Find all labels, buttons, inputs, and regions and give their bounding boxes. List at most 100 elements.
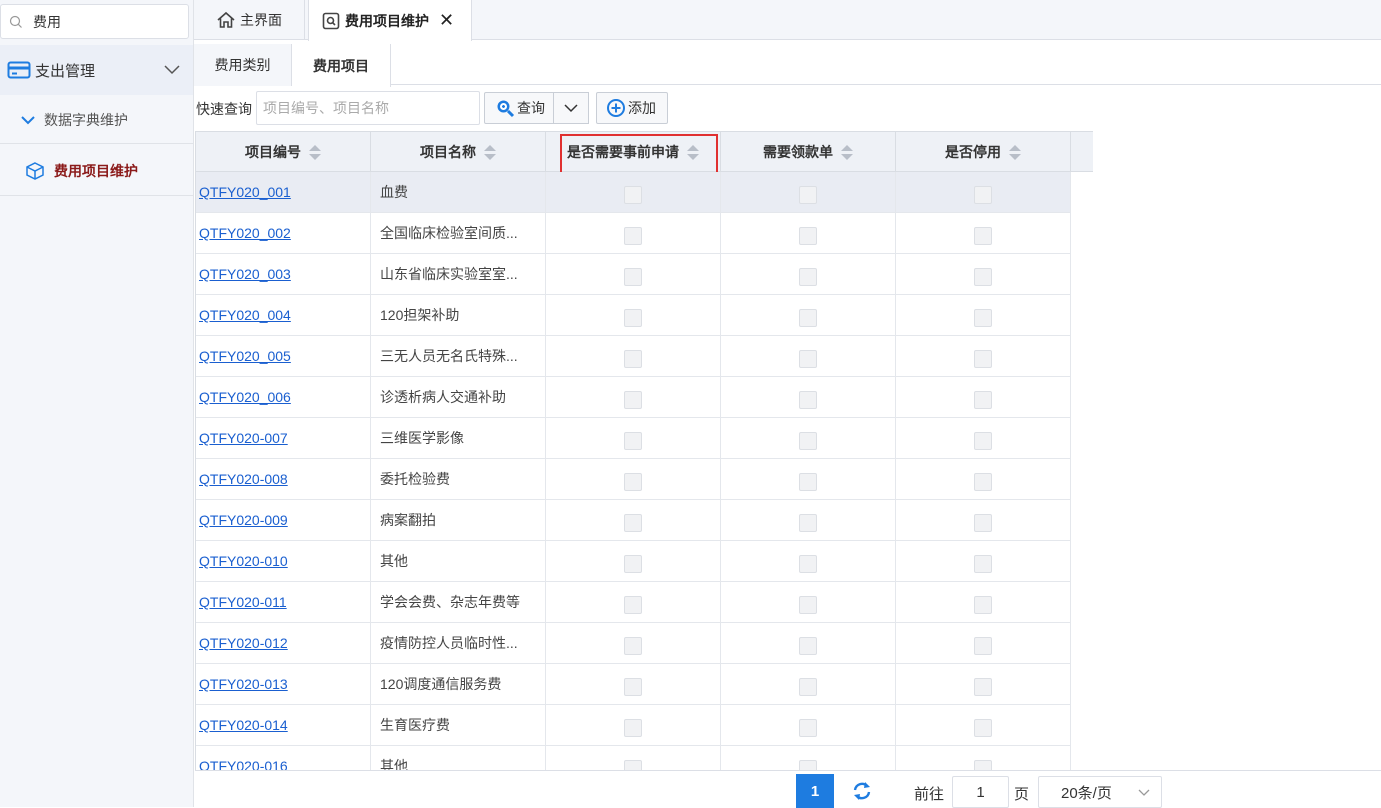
query-button[interactable]: 查询 (484, 92, 554, 124)
disabled-checkbox[interactable] (974, 759, 992, 770)
payment-slip-checkbox[interactable] (799, 513, 817, 532)
sort-icon[interactable] (309, 144, 321, 160)
page-size-select[interactable]: 20条/页 (1038, 776, 1162, 808)
table-row[interactable]: QTFY020_006 诊透析病人交通补助 (196, 377, 1071, 418)
column-header-code[interactable]: 项目编号 (196, 132, 371, 172)
payment-slip-checkbox[interactable] (799, 595, 817, 614)
pre-application-checkbox[interactable] (624, 226, 642, 245)
column-header-payment-slip[interactable]: 需要领款单 (721, 132, 896, 172)
table-row[interactable]: QTFY020-013 120调度通信服务费 (196, 664, 1071, 705)
disabled-checkbox[interactable] (974, 349, 992, 368)
disabled-checkbox[interactable] (974, 185, 992, 204)
pre-application-checkbox[interactable] (624, 472, 642, 491)
pre-application-checkbox[interactable] (624, 431, 642, 450)
goto-page-input[interactable] (952, 776, 1009, 808)
disabled-checkbox[interactable] (974, 554, 992, 573)
sidebar-item-expense-item-maintenance[interactable]: 费用项目维护 (0, 146, 193, 196)
disabled-checkbox[interactable] (974, 513, 992, 532)
item-code-link[interactable]: QTFY020-008 (199, 471, 288, 487)
payment-slip-checkbox[interactable] (799, 677, 817, 696)
tab-home[interactable]: 主界面 (204, 0, 305, 40)
disabled-checkbox[interactable] (974, 472, 992, 491)
table-row[interactable]: QTFY020-009 病案翻拍 (196, 500, 1071, 541)
table-row[interactable]: QTFY020-012 疫情防控人员临时性... (196, 623, 1071, 664)
payment-slip-checkbox[interactable] (799, 308, 817, 327)
item-code-link[interactable]: QTFY020-011 (199, 594, 287, 610)
payment-slip-checkbox[interactable] (799, 554, 817, 573)
disabled-checkbox[interactable] (974, 595, 992, 614)
item-code-link[interactable]: QTFY020-012 (199, 635, 288, 651)
sort-icon[interactable] (841, 144, 853, 160)
pre-application-checkbox[interactable] (624, 677, 642, 696)
payment-slip-checkbox[interactable] (799, 431, 817, 450)
payment-slip-checkbox[interactable] (799, 185, 817, 204)
payment-slip-checkbox[interactable] (799, 472, 817, 491)
pre-application-checkbox[interactable] (624, 513, 642, 532)
table-row[interactable]: QTFY020_004 120担架补助 (196, 295, 1071, 336)
page-number-current[interactable]: 1 (796, 774, 834, 808)
table-row[interactable]: QTFY020_003 山东省临床实验室室... (196, 254, 1071, 295)
sidebar-group-expense-management[interactable]: 支出管理 (0, 45, 193, 95)
item-code-link[interactable]: QTFY020_006 (199, 389, 291, 405)
payment-slip-checkbox[interactable] (799, 267, 817, 286)
pre-application-checkbox[interactable] (624, 636, 642, 655)
table-row[interactable]: QTFY020-007 三维医学影像 (196, 418, 1071, 459)
pre-application-checkbox[interactable] (624, 349, 642, 368)
table-row[interactable]: QTFY020_002 全国临床检验室间质... (196, 213, 1071, 254)
pre-application-checkbox[interactable] (624, 759, 642, 770)
item-code-link[interactable]: QTFY020_003 (199, 266, 291, 282)
table-row[interactable]: QTFY020_001 血费 (196, 172, 1071, 213)
tab-expense-item[interactable]: 费用项目 (292, 44, 391, 87)
item-code-link[interactable]: QTFY020_004 (199, 307, 291, 323)
table-row[interactable]: QTFY020-014 生育医疗费 (196, 705, 1071, 746)
column-header-name[interactable]: 项目名称 (371, 132, 546, 172)
pre-application-checkbox[interactable] (624, 185, 642, 204)
payment-slip-checkbox[interactable] (799, 226, 817, 245)
pre-application-checkbox[interactable] (624, 554, 642, 573)
pre-application-checkbox[interactable] (624, 718, 642, 737)
item-code-link[interactable]: QTFY020_002 (199, 225, 291, 241)
pre-application-checkbox[interactable] (624, 390, 642, 409)
item-code-link[interactable]: QTFY020-013 (199, 676, 288, 692)
refresh-icon[interactable] (851, 781, 873, 801)
pre-application-checkbox[interactable] (624, 267, 642, 286)
item-code-link[interactable]: QTFY020-010 (199, 553, 288, 569)
column-header-disabled[interactable]: 是否停用 (896, 132, 1071, 172)
close-icon[interactable]: ✕ (439, 10, 454, 31)
payment-slip-checkbox[interactable] (799, 759, 817, 770)
menu-search-box[interactable]: 费用 (0, 4, 189, 39)
payment-slip-checkbox[interactable] (799, 349, 817, 368)
disabled-checkbox[interactable] (974, 267, 992, 286)
item-code-link[interactable]: QTFY020-014 (199, 717, 288, 733)
disabled-checkbox[interactable] (974, 431, 992, 450)
table-row[interactable]: QTFY020-011 学会会费、杂志年费等 (196, 582, 1071, 623)
pre-application-checkbox[interactable] (624, 308, 642, 327)
disabled-checkbox[interactable] (974, 226, 992, 245)
sidebar-item-data-dictionary[interactable]: 数据字典维护 (0, 96, 193, 144)
search-input[interactable] (256, 91, 480, 125)
disabled-checkbox[interactable] (974, 636, 992, 655)
sort-icon[interactable] (484, 144, 496, 160)
table-row[interactable]: QTFY020-010 其他 (196, 541, 1071, 582)
sort-icon[interactable] (1009, 144, 1021, 160)
item-code-link[interactable]: QTFY020-007 (199, 430, 288, 446)
tab-expense-item-maintenance[interactable]: 费用项目维护 ✕ (308, 0, 472, 41)
disabled-checkbox[interactable] (974, 718, 992, 737)
item-code-link[interactable]: QTFY020-009 (199, 512, 288, 528)
item-code-link[interactable]: QTFY020_005 (199, 348, 291, 364)
add-button[interactable]: 添加 (596, 92, 668, 124)
payment-slip-checkbox[interactable] (799, 636, 817, 655)
tab-expense-category[interactable]: 费用类别 (194, 44, 292, 86)
payment-slip-checkbox[interactable] (799, 390, 817, 409)
disabled-checkbox[interactable] (974, 390, 992, 409)
payment-slip-checkbox[interactable] (799, 718, 817, 737)
disabled-checkbox[interactable] (974, 677, 992, 696)
pre-application-checkbox[interactable] (624, 595, 642, 614)
table-row[interactable]: QTFY020-016 其他 (196, 746, 1071, 770)
table-row[interactable]: QTFY020_005 三无人员无名氏特殊... (196, 336, 1071, 377)
disabled-checkbox[interactable] (974, 308, 992, 327)
menu-search-value[interactable]: 费用 (33, 12, 61, 32)
table-row[interactable]: QTFY020-008 委托检验费 (196, 459, 1071, 500)
item-code-link[interactable]: QTFY020-016 (199, 758, 288, 770)
query-dropdown-button[interactable] (554, 92, 589, 124)
